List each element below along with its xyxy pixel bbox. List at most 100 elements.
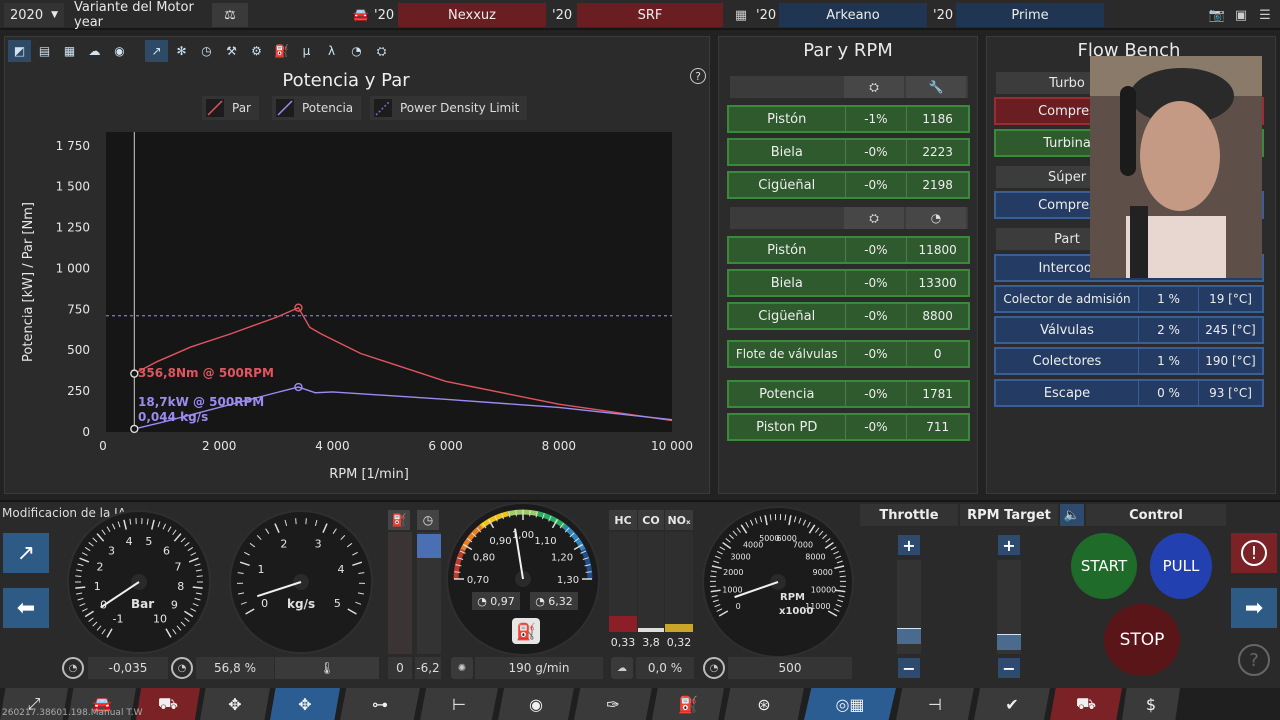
car-select-1[interactable]: Nexxuz [398, 3, 546, 27]
gauge-tick [838, 594, 845, 598]
par-rpm-title: Par y RPM [803, 40, 893, 61]
nav-engine-blue-icon[interactable]: ✥ [270, 688, 340, 720]
nav-car-settings-icon[interactable]: ⛟ [136, 688, 200, 720]
menu-icon[interactable]: ☰ [1254, 3, 1276, 27]
save-icon[interactable]: ▣ [1230, 3, 1252, 27]
throttle-plus-button[interactable]: + [898, 535, 920, 555]
gauge-tick-label: -1 [113, 612, 124, 625]
throttle-slider[interactable] [897, 560, 921, 654]
rpm-unit: RPM [780, 592, 805, 603]
flow-gauge: 0 1 2 3 4 5 [229, 510, 373, 654]
lambda-icon[interactable]: λ [320, 40, 343, 62]
power-curve-icon[interactable]: ↗ [145, 40, 168, 62]
gauge-tick [728, 534, 734, 540]
gauge-tick-label: 3 [108, 544, 115, 557]
car-select-2[interactable]: SRF [577, 3, 723, 27]
gauge-tick-label: 3000 [730, 552, 750, 561]
bottom-nav: ⤢ 🚘 ⛟ ✥ ✥ ⊶ ⊢ ◉ ✑ ⛽ ⊛ ◎▦ ⊣ ✔ ⛟ $ [0, 688, 1280, 720]
ai-curve-button[interactable]: ↗ [3, 533, 49, 573]
row-temp: 19 [°C] [1198, 287, 1262, 311]
row-pct: -0% [844, 271, 907, 295]
nav-fuel-icon[interactable]: ⛽ [652, 688, 724, 720]
gear-icon[interactable]: ✻ [170, 40, 193, 62]
headers-row[interactable]: Colectores 1 % 190 [°C] [994, 347, 1264, 375]
table-view-icon[interactable]: ▤ [33, 40, 56, 62]
nav-transmission-icon[interactable]: ⊣ [896, 688, 974, 720]
nav-check-icon[interactable]: ✔ [974, 688, 1050, 720]
nav-exhaust-icon[interactable]: ⊛ [724, 688, 804, 720]
row-name: Biela [770, 144, 803, 160]
next-button[interactable]: ➡ [1231, 588, 1277, 628]
grid-view-icon[interactable]: ▦ [58, 40, 81, 62]
help-icon[interactable]: ? [690, 68, 706, 84]
timing-bar [417, 532, 441, 654]
camera-icon[interactable]: 📷 [1206, 3, 1228, 27]
gauge-tick [827, 610, 838, 617]
turbo-icon[interactable]: ◉ [108, 40, 131, 62]
throttle-slider-handle[interactable] [897, 628, 921, 644]
chart-view-icon[interactable]: ◩ [8, 40, 31, 62]
nav-crankshaft-icon[interactable]: ⊶ [340, 688, 420, 720]
pull-button[interactable]: PULL [1150, 533, 1212, 599]
gauge-tick-label: 5 [145, 535, 152, 548]
rpm-target-slider-handle[interactable] [997, 634, 1021, 650]
stop-button[interactable]: STOP [1104, 604, 1180, 676]
timer-icon[interactable]: ◷ [195, 40, 218, 62]
prev-button[interactable]: ⬅ [3, 588, 49, 628]
balance-scale-icon[interactable]: ⚖ [212, 3, 248, 27]
engine-select-1[interactable]: Arkeano [779, 3, 927, 27]
help-icon[interactable]: ? [1238, 644, 1270, 676]
cloud-icon[interactable]: ☁ [83, 40, 106, 62]
row-temp: 190 [°C] [1198, 349, 1262, 373]
torque-icon: ⛭ [844, 76, 904, 98]
gauge-tick [340, 535, 346, 541]
legend-pdl[interactable]: Power Density Limit [370, 96, 528, 120]
gauge-tick [249, 542, 256, 548]
fuel-icon[interactable]: ⛽ [270, 40, 293, 62]
row-name: Cigüeñal [758, 177, 816, 193]
x-tick-label: 6 000 [428, 439, 462, 453]
valves-row[interactable]: Válvulas 2 % 245 [°C] [994, 316, 1264, 344]
nav-car-export-icon[interactable]: ⛟ [1050, 688, 1122, 720]
exhaust-row[interactable]: Escape 0 % 93 [°C] [994, 379, 1264, 407]
nav-dyno-icon[interactable]: ◎▦ [804, 688, 896, 720]
wrench-icon[interactable]: ⚒ [220, 40, 243, 62]
x-tick-label: 8 000 [542, 439, 576, 453]
mu-icon[interactable]: μ [295, 40, 318, 62]
gauge-tick [81, 552, 88, 556]
gauge-tick [106, 628, 113, 638]
nav-turbo-icon[interactable]: ◉ [498, 688, 574, 720]
engine-icon[interactable]: ⛭ [370, 40, 393, 62]
warning-button[interactable]: ! [1231, 533, 1277, 573]
tools-icon[interactable]: ⚙ [245, 40, 268, 62]
sound-icon[interactable]: 🔈 [1060, 504, 1084, 526]
piston-pd-row: Piston PD -0% 711 [727, 413, 970, 441]
gauge-tick [76, 592, 83, 595]
legend-potencia[interactable]: Potencia [272, 96, 362, 120]
row-pct: -0% [844, 238, 907, 262]
rpm-target-minus-button[interactable]: − [998, 658, 1020, 678]
nav-injector-icon[interactable]: ✑ [574, 688, 652, 720]
gauge-tick [190, 608, 197, 612]
gauge-tick [736, 527, 742, 533]
engine-select-2[interactable]: Prime [956, 3, 1104, 27]
throttle-minus-button[interactable]: − [898, 658, 920, 678]
gauge-tick [295, 518, 297, 525]
power-row: Potencia -0% 1781 [727, 380, 970, 408]
nav-engine-icon[interactable]: ✥ [200, 688, 270, 720]
nav-cost-icon[interactable]: $ [1122, 688, 1180, 720]
rpm-readout: 500 [728, 657, 852, 679]
year-select[interactable]: 2020 ▼ [4, 3, 64, 27]
intake-manifold-row[interactable]: Colector de admisión 1 % 19 [°C] [994, 285, 1264, 313]
gauge-tick [332, 528, 337, 534]
rpm-target-slider[interactable] [997, 560, 1021, 654]
rpm-target-plus-button[interactable]: + [998, 535, 1020, 555]
gauge-tick [184, 610, 194, 618]
start-button[interactable]: START [1071, 533, 1137, 599]
gauge-tick-label: 1000 [722, 586, 742, 595]
gauge-tick [454, 571, 461, 573]
gauge-tick [151, 519, 155, 530]
nav-rod-icon[interactable]: ⊢ [420, 688, 498, 720]
speedometer-icon[interactable]: ◔ [345, 40, 368, 62]
legend-par[interactable]: Par [202, 96, 259, 120]
